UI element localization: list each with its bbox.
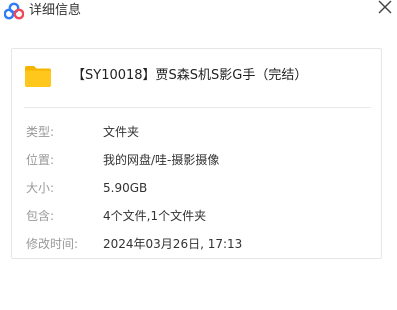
location-value: 我的网盘/哇-摄影摄像 [103,153,220,167]
contains-label: 包含: [26,209,55,223]
folder-icon [25,66,51,87]
location-label: 位置: [26,153,55,167]
details-panel: 【SY10018】贾S森S机S影G手（完结） 类型: 文件夹 位置: 我的网盘/… [11,48,382,259]
detail-row-size: 大小: 5.90GB [12,179,381,197]
dialog-title: 详细信息 [29,3,82,18]
type-label: 类型: [26,125,55,139]
detail-row-type: 类型: 文件夹 [12,123,381,141]
file-name: 【SY10018】贾S森S机S影G手（完结） [72,68,308,83]
detail-row-modified: 修改时间: 2024年03月26日, 17:13 [12,235,381,253]
details-dialog: 详细信息 【SY10018】贾S森S机S影G手（完结） 类型: 文件夹 位置: … [0,0,397,310]
detail-row-location: 位置: 我的网盘/哇-摄影摄像 [12,151,381,169]
close-icon[interactable] [374,0,394,18]
size-value: 5.90GB [103,181,148,195]
cloud-logo-icon [4,2,24,20]
divider [24,107,371,108]
modified-value: 2024年03月26日, 17:13 [103,237,243,251]
contains-value: 4个文件,1个文件夹 [103,209,207,223]
modified-label: 修改时间: [26,237,79,251]
title-bar: 详细信息 [0,0,397,26]
size-label: 大小: [26,181,55,195]
type-value: 文件夹 [103,125,140,139]
detail-row-contains: 包含: 4个文件,1个文件夹 [12,207,381,225]
